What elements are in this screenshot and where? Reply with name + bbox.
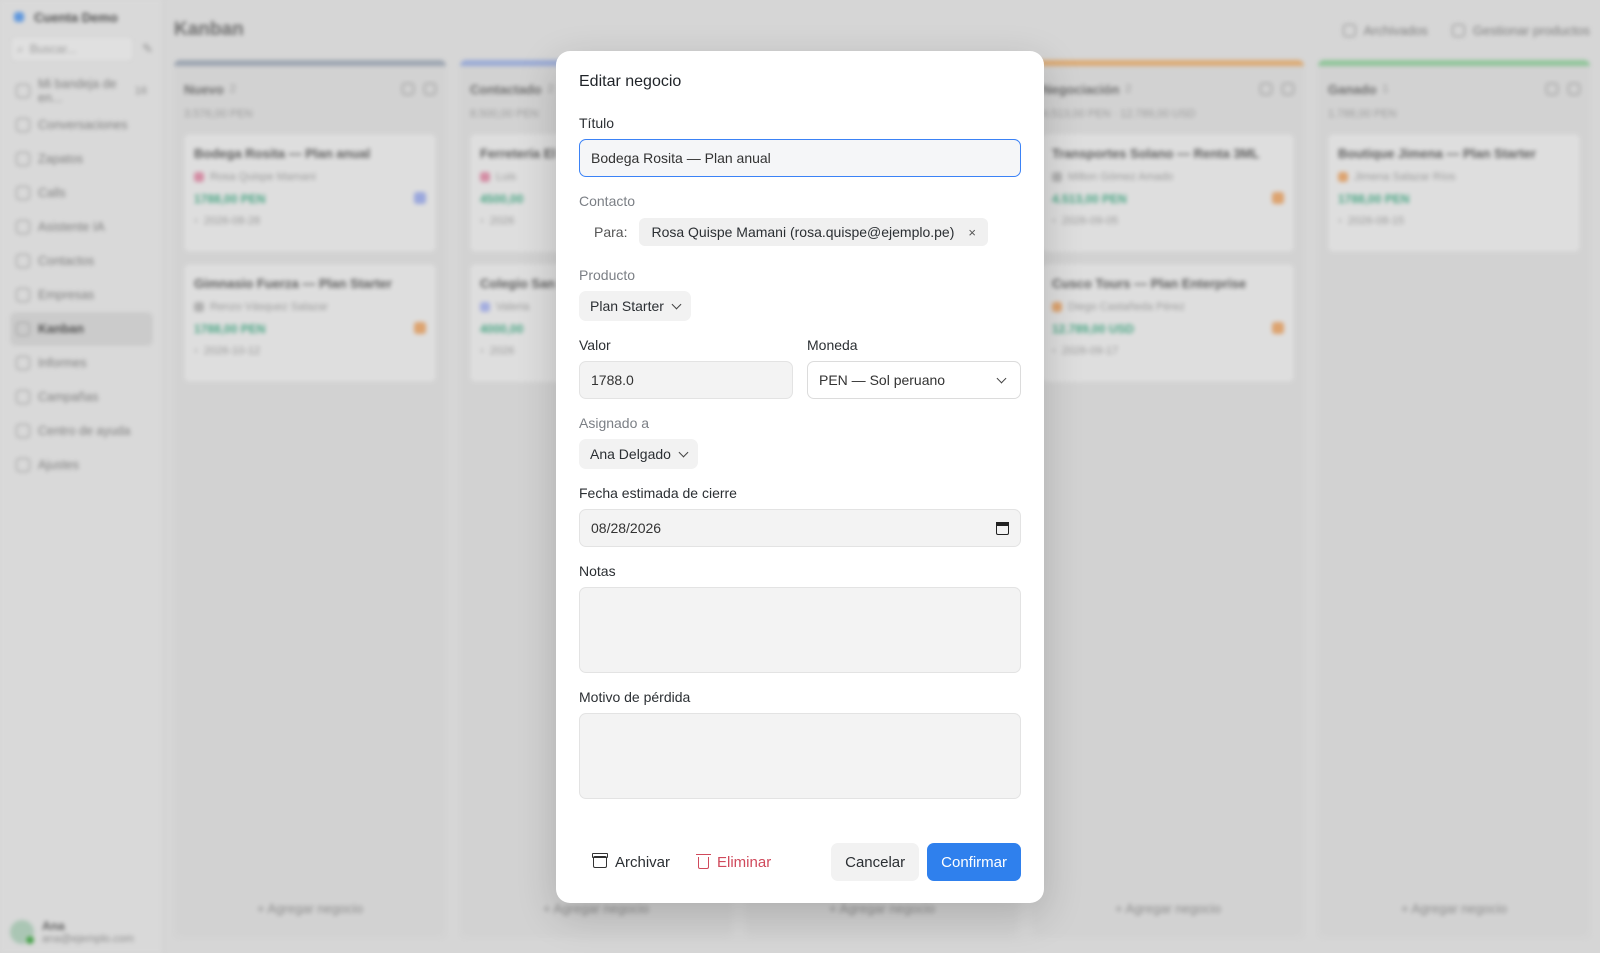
chevron-down-icon [678,447,689,457]
assignee-dropdown[interactable]: Ana Delgado [579,439,698,469]
chevron-down-icon [996,373,1007,383]
archive-label: Archivar [615,853,671,871]
delete-button[interactable]: Eliminar [684,843,785,881]
remove-contact-icon[interactable]: × [968,225,976,240]
notes-label: Notas [579,563,616,579]
contact-label: Contacto [579,193,636,209]
close-date-value: 08/28/2026 [591,520,662,536]
value-input[interactable]: 1788.0 [579,361,793,399]
to-label: Para: [594,224,628,240]
assignee-value: Ana Delgado [590,446,671,462]
confirm-button[interactable]: Confirmar [927,843,1021,881]
delete-label: Eliminar [717,853,772,871]
contact-chip-label: Rosa Quispe Mamani (rosa.quispe@ejemplo.… [651,224,955,240]
close-date-input[interactable]: 08/28/2026 [579,509,1021,547]
archive-icon [592,853,608,868]
product-value: Plan Starter [590,298,664,314]
edit-deal-modal: Editar negocio Título Bodega Rosita — Pl… [556,51,1044,903]
trash-icon [696,854,712,869]
loss-reason-label: Motivo de pérdida [579,689,691,705]
currency-select[interactable]: PEN — Sol peruano [807,361,1021,399]
cancel-button[interactable]: Cancelar [831,843,920,881]
title-label: Título [579,115,615,131]
loss-reason-textarea[interactable] [579,713,1021,799]
archive-button[interactable]: Archivar [579,843,684,881]
notes-textarea[interactable] [579,587,1021,673]
close-date-label: Fecha estimada de cierre [579,485,737,501]
title-input[interactable]: Bodega Rosita — Plan anual [579,139,1021,177]
chevron-down-icon [671,299,682,309]
title-input-value: Bodega Rosita — Plan anual [591,150,771,166]
assigned-label: Asignado a [579,415,650,431]
product-label: Producto [579,267,636,283]
currency-label: Moneda [807,337,858,353]
calendar-icon[interactable] [996,521,1009,535]
currency-value: PEN — Sol peruano [819,372,946,388]
modal-title: Editar negocio [579,73,682,90]
product-dropdown[interactable]: Plan Starter [579,291,691,321]
contact-chip[interactable]: Rosa Quispe Mamani (rosa.quispe@ejemplo.… [639,218,988,246]
value-label: Valor [579,337,611,353]
value-input-value: 1788.0 [591,372,634,388]
